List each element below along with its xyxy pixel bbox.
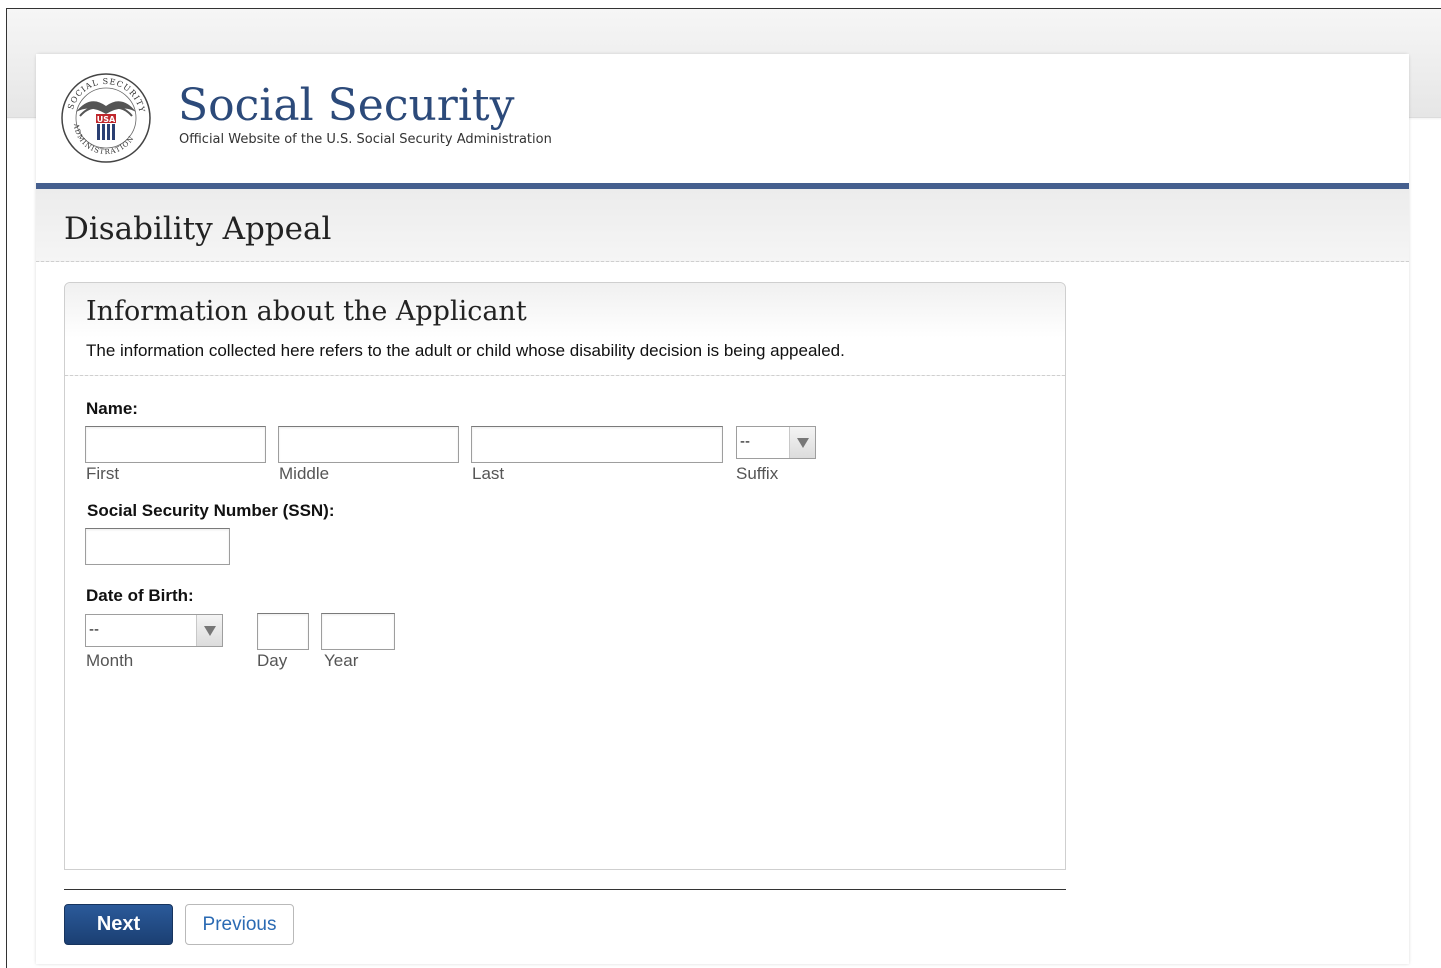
month-caption: Month	[86, 651, 134, 670]
previous-button[interactable]: Previous	[185, 904, 294, 945]
brand-title[interactable]: Social Security	[178, 80, 514, 131]
panel-title: Information about the Applicant	[86, 296, 527, 327]
first-name-caption: First	[86, 464, 120, 483]
next-button[interactable]: Next	[64, 904, 173, 945]
ssn-input[interactable]	[85, 528, 230, 565]
applicant-info-panel: Information about the Applicant The info…	[64, 282, 1066, 870]
last-name-caption: Last	[472, 464, 505, 483]
site-header: USA SOCIAL SECURITY ADMINISTRATION Socia…	[36, 54, 1409, 183]
day-caption: Day	[257, 651, 288, 670]
brand-subtitle: Official Website of the U.S. Social Secu…	[179, 132, 552, 147]
chevron-down-icon[interactable]	[789, 427, 815, 458]
dob-month-select[interactable]: --	[85, 614, 223, 647]
page-title: Disability Appeal	[64, 211, 332, 247]
suffix-select[interactable]: --	[736, 426, 816, 459]
footer-divider	[64, 889, 1066, 890]
name-label: Name:	[86, 399, 138, 418]
suffix-caption: Suffix	[736, 464, 779, 483]
ssa-seal-icon: USA SOCIAL SECURITY ADMINISTRATION	[61, 73, 151, 163]
dob-day-input[interactable]	[257, 613, 309, 650]
first-name-input[interactable]	[85, 426, 266, 463]
dob-year-input[interactable]	[321, 613, 395, 650]
middle-name-input[interactable]	[278, 426, 459, 463]
svg-text:USA: USA	[97, 115, 116, 124]
suffix-selected-value: --	[740, 433, 750, 450]
ssn-label: Social Security Number (SSN):	[87, 501, 335, 520]
page-title-band: Disability Appeal	[36, 189, 1409, 262]
month-selected-value: --	[89, 621, 99, 638]
panel-description: The information collected here refers to…	[86, 341, 845, 360]
last-name-input[interactable]	[471, 426, 723, 463]
dob-label: Date of Birth:	[86, 586, 194, 605]
page-card: USA SOCIAL SECURITY ADMINISTRATION Socia…	[36, 54, 1409, 964]
year-caption: Year	[324, 651, 359, 670]
panel-header: Information about the Applicant The info…	[65, 283, 1065, 376]
middle-name-caption: Middle	[279, 464, 330, 483]
chevron-down-icon[interactable]	[196, 615, 222, 646]
